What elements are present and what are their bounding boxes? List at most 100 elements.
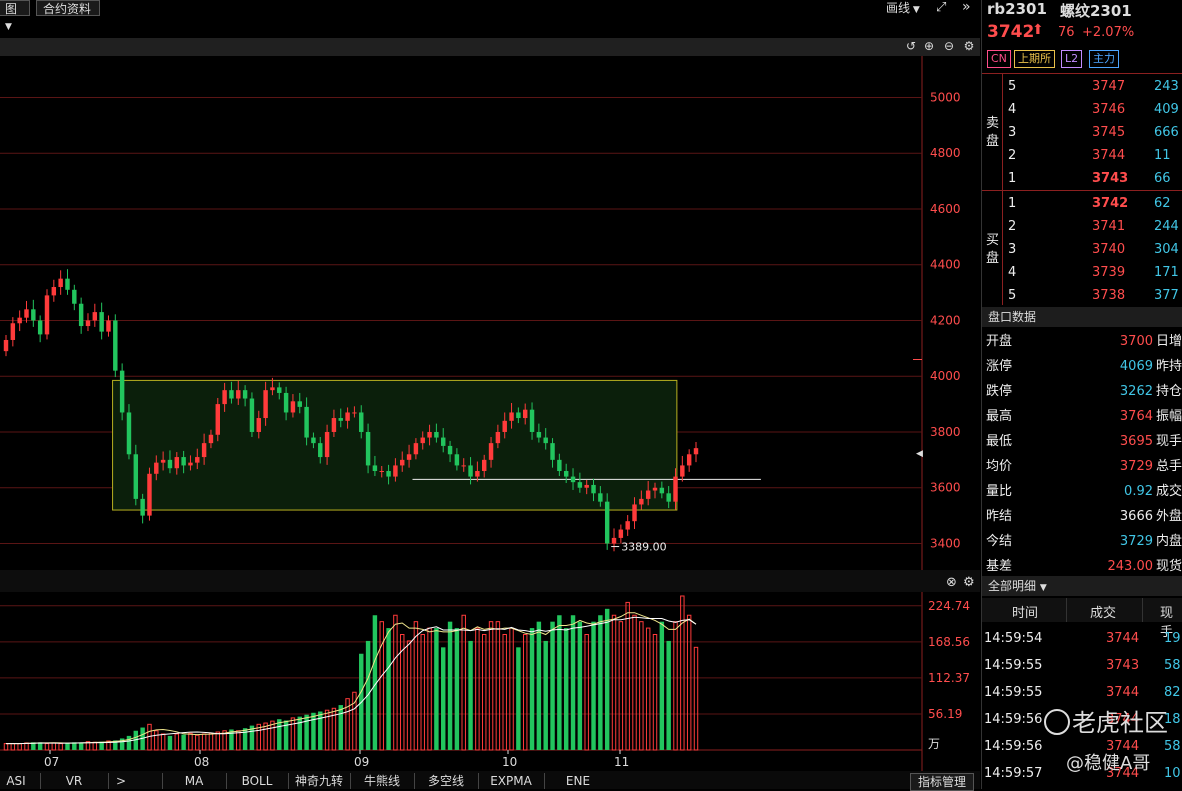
candle-up <box>331 418 337 432</box>
tab-ene[interactable]: ENE <box>544 773 611 789</box>
volume-bar-up <box>475 627 480 751</box>
market-data-extra-label: 昨持 <box>1156 359 1182 374</box>
volume-panel-header <box>0 570 980 592</box>
trade-volume: 58 <box>1164 739 1181 754</box>
bid-row[interactable]: 3 3740 304 <box>982 238 1182 261</box>
volume-bar-up <box>10 743 16 751</box>
ask-row[interactable]: 1 3743 66 <box>982 167 1182 190</box>
tab-vr[interactable]: VR <box>40 773 107 789</box>
tab-asi[interactable]: ASI <box>0 773 36 789</box>
tab-boll[interactable]: BOLL <box>226 773 287 789</box>
bid-volume: 171 <box>1154 265 1179 280</box>
top-toolbar: 图 ▼ 合约资料 画线 ▼ ⤢ » <box>0 0 980 32</box>
candle-down <box>666 493 671 502</box>
volume-bar-up <box>693 646 699 751</box>
fullscreen-icon[interactable]: ⤢ <box>936 0 946 15</box>
candle-down <box>454 454 460 466</box>
tab-ma[interactable]: MA <box>162 773 225 789</box>
volume-settings-icon[interactable]: ⚙ <box>963 575 975 590</box>
bid-price: 3742 <box>1092 196 1129 211</box>
bid-row[interactable]: 2 3741 244 <box>982 215 1182 238</box>
indicator-management-button[interactable]: 指标管理 <box>910 773 974 791</box>
column-time: 时间 <box>1012 606 1039 621</box>
bid-volume: 244 <box>1154 219 1179 234</box>
low-annotation: 3389.00 <box>611 541 667 554</box>
volume-bar-up <box>680 595 685 751</box>
candle-down <box>65 278 70 290</box>
double-chevron-right-icon[interactable]: » <box>962 0 971 15</box>
volume-bar-down <box>557 615 562 750</box>
trade-volume: 19 <box>1164 631 1181 646</box>
bid-row[interactable]: 1 3742 62 <box>982 192 1182 215</box>
draw-line-dropdown[interactable]: 画线 ▼ <box>886 0 920 16</box>
ask-row[interactable]: 4 3746 409 <box>982 98 1182 121</box>
candle-down <box>447 445 453 455</box>
candle-down <box>598 493 603 502</box>
candle-up <box>17 317 22 324</box>
ask-row[interactable]: 2 3744 11 <box>982 144 1182 167</box>
close-volume-icon[interactable]: ⊗ <box>946 575 957 590</box>
candle-up <box>263 390 268 419</box>
date-tick-label: 11 <box>614 755 629 769</box>
more-tabs-arrow[interactable]: > <box>108 773 133 789</box>
candle-up <box>509 412 514 421</box>
candle-down <box>543 437 548 444</box>
price-tick-label: 3600 <box>930 481 961 495</box>
kline-chart[interactable]: 5000 4800 4600 4400 4200 4000 3800 3600 3400 338… <box>0 56 980 771</box>
volume-bar-down <box>78 742 84 750</box>
zoom-in-icon[interactable]: ⊕ <box>922 39 936 53</box>
volume-bar-down <box>454 628 460 750</box>
market-data-value: 4069 <box>1119 359 1153 374</box>
view-dropdown[interactable]: 图 ▼ <box>0 0 30 32</box>
tab-long-short-line[interactable]: 多空线 <box>414 773 477 789</box>
undo-icon[interactable]: ↺ <box>904 39 918 53</box>
volume-bar-up <box>51 742 57 751</box>
market-data-extra-label: 总手 <box>1156 459 1182 474</box>
trade-time: 14:59:56 <box>984 739 1043 754</box>
candle-down <box>119 370 125 413</box>
candle-up <box>290 401 296 413</box>
tab-bull-bear-line[interactable]: 牛熊线 <box>350 773 413 789</box>
market-data-extra-label: 内盘 <box>1156 534 1182 549</box>
tab-magic-nine[interactable]: 神奇九转 <box>288 773 349 789</box>
bid-row[interactable]: 5 3738 377 <box>982 284 1182 307</box>
contract-info-button[interactable]: 合约资料 <box>36 0 100 16</box>
candle-up <box>3 339 9 352</box>
candle-up <box>324 431 330 458</box>
tab-expma[interactable]: EXPMA <box>478 773 543 789</box>
volume-bar-up <box>379 621 384 751</box>
price-change: 76 <box>1058 25 1075 40</box>
ask-level: 1 <box>1008 171 1017 186</box>
candle-up <box>58 278 63 288</box>
contract-name: 螺纹2301 <box>1060 2 1132 20</box>
candle-up <box>427 431 432 438</box>
volume-bar-up <box>686 614 692 751</box>
market-data-label: 均价 <box>986 459 1013 474</box>
candle-down <box>99 312 104 332</box>
candle-up <box>106 320 111 332</box>
candle-down <box>283 392 289 413</box>
bid-volume: 62 <box>1154 196 1171 211</box>
candle-up <box>188 462 193 466</box>
badge-l2[interactable]: L2 <box>1061 50 1083 68</box>
bid-row[interactable]: 4 3739 171 <box>982 261 1182 284</box>
bid-price: 3739 <box>1092 265 1126 280</box>
volume-series <box>3 595 699 751</box>
zoom-out-icon[interactable]: ⊖ <box>942 39 956 53</box>
trade-detail-header[interactable]: 全部明细 ▼ <box>982 576 1182 596</box>
volume-bar-down <box>126 735 132 750</box>
volume-tick-label: 168.56 <box>928 635 970 649</box>
ask-row[interactable]: 5 3747 243 <box>982 75 1182 98</box>
candle-down <box>550 443 555 460</box>
ask-row[interactable]: 3 3745 666 <box>982 121 1182 144</box>
candle-down <box>529 409 535 432</box>
candle-up <box>461 465 466 467</box>
badge-cn: CN <box>987 50 1011 68</box>
ask-volume: 409 <box>1154 102 1179 117</box>
volume-bar-up <box>188 732 193 751</box>
candle-up <box>174 457 180 469</box>
volume-bar-up <box>502 634 507 751</box>
settings-gear-icon[interactable]: ⚙ <box>962 39 976 53</box>
volume-bar-up <box>488 621 494 751</box>
market-data-extra-label: 持仓 <box>1156 384 1182 399</box>
